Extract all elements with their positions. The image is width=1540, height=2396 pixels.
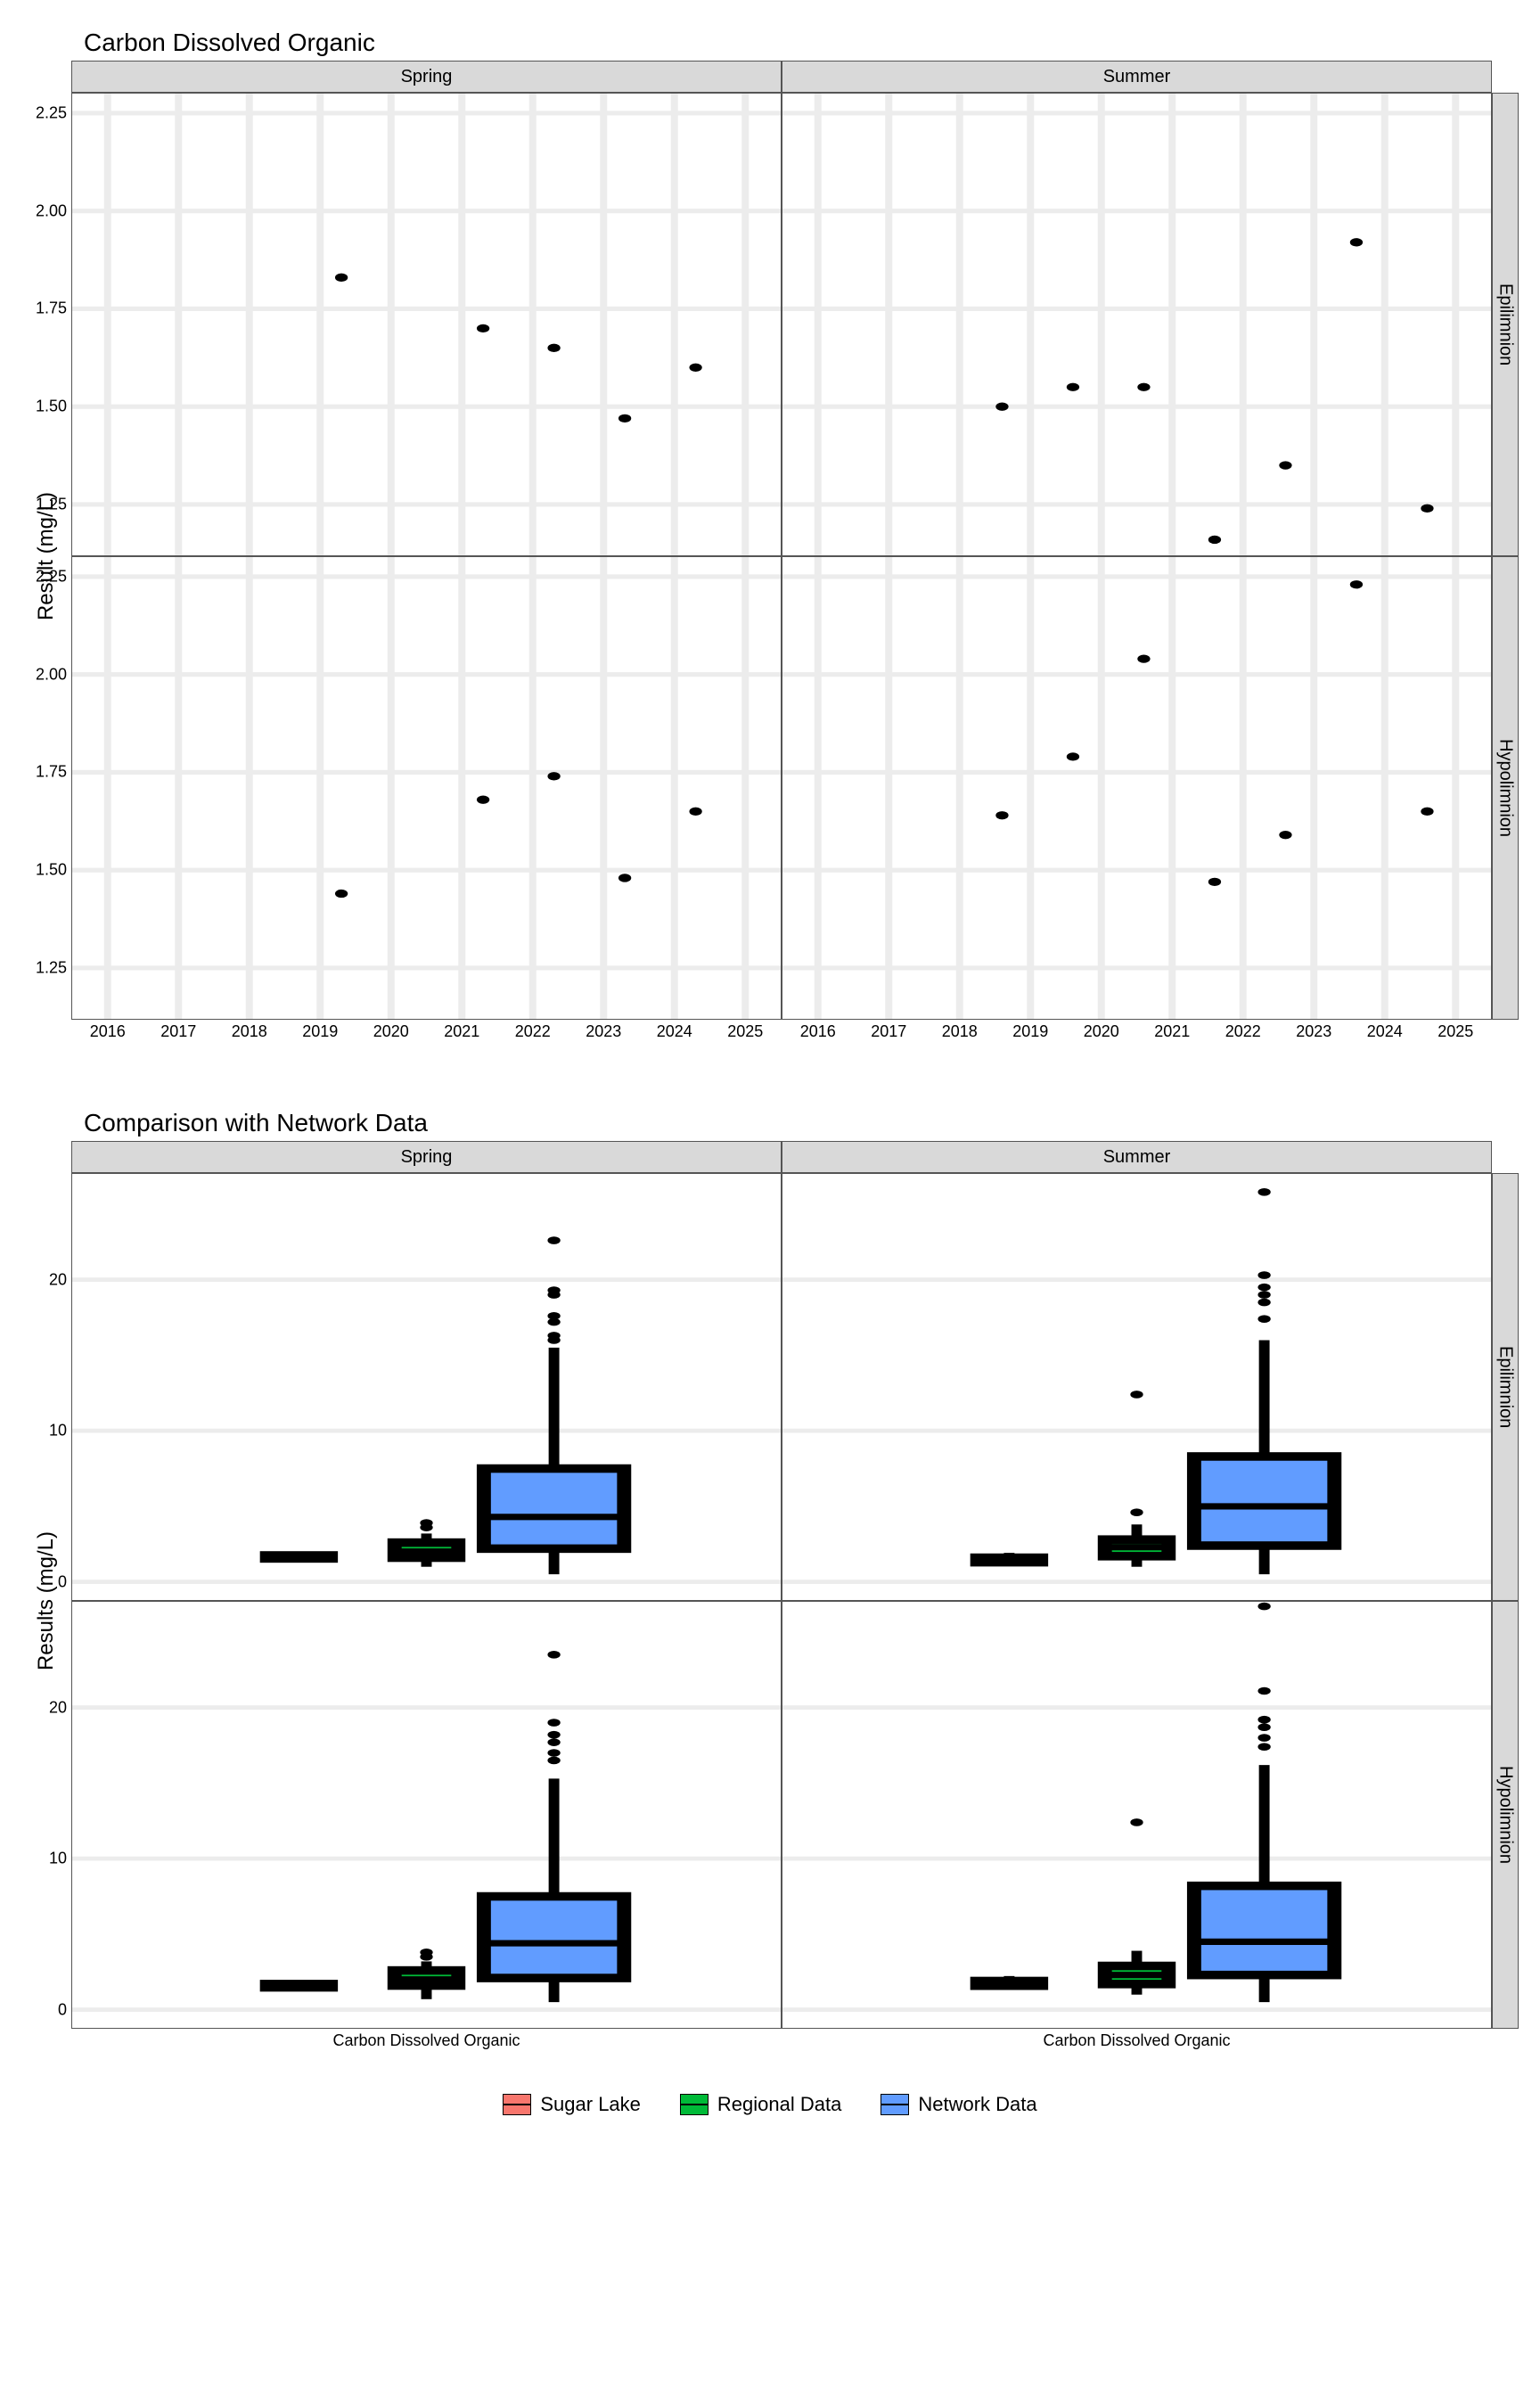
boxplot-panel: Carbon Dissolved Organic (782, 1601, 1492, 2029)
scatter-panel: 1.251.501.752.002.25 (71, 93, 782, 556)
data-point (1350, 238, 1363, 246)
legend-swatch (503, 2094, 531, 2115)
scatter-facet-grid: Result (mg/L)SpringSummerEpilimnionHypol… (21, 61, 1519, 1059)
col-strip: Spring (71, 1141, 782, 1173)
col-strip: Summer (782, 1141, 1492, 1173)
data-point (1421, 808, 1433, 816)
col-strip: Summer (782, 61, 1492, 93)
data-point (1279, 461, 1291, 469)
data-point (547, 344, 560, 352)
data-point (1137, 654, 1150, 662)
box (1194, 1456, 1334, 1546)
data-point (1208, 878, 1221, 886)
data-point (1137, 383, 1150, 391)
data-point (1421, 505, 1433, 513)
row-strip: Hypolimnion (1492, 556, 1519, 1020)
box (484, 1469, 624, 1549)
scatter-panel: 2016201720182019202020212022202320242025 (782, 556, 1492, 1020)
data-point (547, 772, 560, 780)
data-point (995, 403, 1008, 411)
data-point (618, 414, 631, 423)
box (1194, 1886, 1334, 1975)
scatter-panel (782, 93, 1492, 556)
data-point (477, 796, 489, 804)
row-strip: Epilimnion (1492, 93, 1519, 556)
boxplot-panel: 01020Carbon Dissolved Organic (71, 1601, 782, 2029)
row-strip: Hypolimnion (1492, 1601, 1519, 2029)
boxplot-panel (782, 1173, 1492, 1601)
legend: Sugar Lake Regional Data Network Data (21, 2093, 1519, 2116)
boxplot-facet-grid: Results (mg/L)SpringSummerEpilimnionHypo… (21, 1141, 1519, 2068)
data-point (689, 808, 701, 816)
data-point (1279, 831, 1291, 839)
data-point (1067, 752, 1079, 760)
legend-swatch (680, 2094, 709, 2115)
row-strip: Epilimnion (1492, 1173, 1519, 1601)
scatter-title: Carbon Dissolved Organic (84, 29, 1519, 57)
data-point (477, 324, 489, 332)
box (484, 1897, 624, 1979)
data-point (689, 364, 701, 372)
data-point (995, 811, 1008, 819)
legend-item: Network Data (881, 2093, 1036, 2116)
data-point (618, 874, 631, 882)
col-strip: Spring (71, 61, 782, 93)
data-point (1067, 383, 1079, 391)
data-point (335, 274, 348, 282)
legend-swatch (881, 2094, 909, 2115)
legend-item: Sugar Lake (503, 2093, 641, 2116)
boxplot-panel: 01020 (71, 1173, 782, 1601)
data-point (1350, 580, 1363, 588)
scatter-panel: 1.251.501.752.002.2520162017201820192020… (71, 556, 782, 1020)
legend-item: Regional Data (680, 2093, 841, 2116)
data-point (1208, 536, 1221, 544)
data-point (335, 890, 348, 898)
boxplot-title: Comparison with Network Data (84, 1109, 1519, 1137)
